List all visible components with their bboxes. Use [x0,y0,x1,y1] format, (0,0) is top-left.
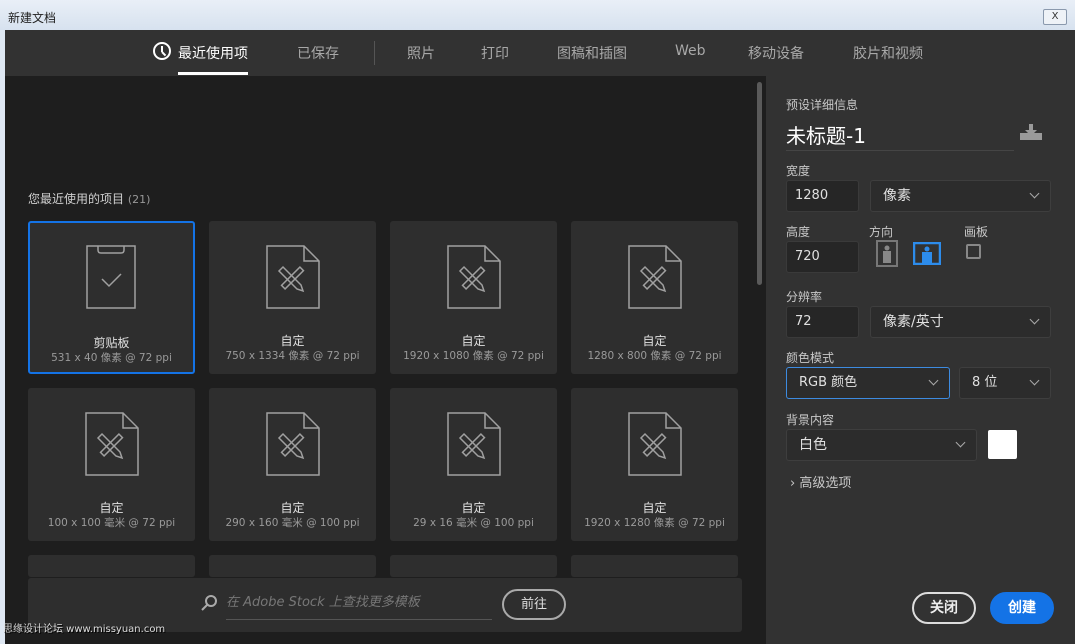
advanced-options-toggle[interactable]: › 高级选项 [790,472,851,491]
portrait-orientation-icon[interactable] [876,240,898,267]
recent-item-name: 自定 [571,332,738,349]
landscape-orientation-icon[interactable] [913,242,941,265]
watermark: 思缘设计论坛 www.missyuan.com [3,624,165,636]
clipboard-icon [86,245,136,309]
width-unit-value: 像素 [883,188,911,204]
recent-item-info: 290 x 160 毫米 @ 100 ppi [209,515,376,530]
resolution-input[interactable]: 72 [786,306,859,338]
color-mode-select[interactable]: RGB 颜色 [786,367,950,399]
close-button[interactable]: 关闭 [912,592,976,624]
tab-divider [374,41,375,65]
document-icon [447,412,501,476]
recent-item-name: 自定 [390,499,557,516]
chevron-down-icon [1030,315,1040,325]
recent-item-partial[interactable] [571,555,738,577]
recent-item-partial[interactable] [209,555,376,577]
bit-depth-value: 8 位 [972,375,997,390]
background-value: 白色 [799,437,827,453]
recent-item-name: 自定 [571,499,738,516]
recent-item-info: 1280 x 800 像素 @ 72 ppi [571,348,738,363]
new-document-dialog: 最近使用项 已保存 照片 打印 图稿和插图 Web 移动设备 胶片和视频 您最近… [5,30,1075,644]
tab-saved[interactable]: 已保存 [297,43,339,63]
recent-item-info: 100 x 100 毫米 @ 72 ppi [28,515,195,530]
document-icon [628,412,682,476]
document-icon [628,245,682,309]
window-title: 新建文档 [8,9,56,26]
resolution-unit-select[interactable]: 像素/英寸 [870,306,1051,338]
recent-item-info: 29 x 16 毫米 @ 100 ppi [390,515,557,530]
resolution-unit-value: 像素/英寸 [883,314,944,330]
tab-art-illustration[interactable]: 图稿和插图 [557,43,627,63]
orientation-label: 方向 [869,223,893,240]
search-icon [200,594,218,612]
category-tabs: 最近使用项 已保存 照片 打印 图稿和插图 Web 移动设备 胶片和视频 [5,30,1075,76]
recent-item[interactable]: 自定1280 x 800 像素 @ 72 ppi [571,221,738,374]
save-preset-icon[interactable] [1020,124,1042,140]
document-name-input[interactable]: 未标题-1 [786,120,1014,151]
scrollbar-thumb[interactable] [757,82,762,285]
background-select[interactable]: 白色 [786,429,977,461]
tab-film-video[interactable]: 胶片和视频 [853,43,923,63]
recent-panel: 您最近使用的项目 (21) 剪贴板531 x 40 像素 @ 72 ppi自定7… [5,76,765,644]
tab-mobile[interactable]: 移动设备 [748,43,804,63]
clock-icon [153,42,171,60]
recent-item-partial[interactable] [390,555,557,577]
document-icon [447,245,501,309]
artboard-checkbox[interactable] [966,244,981,259]
document-icon [266,245,320,309]
background-label: 背景内容 [786,411,834,428]
recent-item-name: 剪贴板 [30,334,193,351]
recent-item[interactable]: 自定750 x 1334 像素 @ 72 ppi [209,221,376,374]
chevron-down-icon [929,376,939,386]
recent-item[interactable]: 自定1920 x 1280 像素 @ 72 ppi [571,388,738,541]
recent-item-name: 自定 [209,499,376,516]
width-label: 宽度 [786,162,810,179]
title-bar: 新建文档 X [0,0,1075,30]
background-color-swatch[interactable] [988,430,1017,459]
create-button[interactable]: 创建 [990,592,1054,624]
recent-count: (21) [128,193,151,206]
advanced-options-label: 高级选项 [799,476,851,491]
color-mode-label: 颜色模式 [786,349,834,366]
recent-item-info: 1920 x 1080 像素 @ 72 ppi [390,348,557,363]
width-input[interactable]: 1280 [786,180,859,212]
recent-item-info: 750 x 1334 像素 @ 72 ppi [209,348,376,363]
recent-item-info: 1920 x 1280 像素 @ 72 ppi [571,515,738,530]
width-unit-select[interactable]: 像素 [870,180,1051,212]
artboard-label: 画板 [964,223,988,240]
recent-item[interactable]: 自定100 x 100 毫米 @ 72 ppi [28,388,195,541]
recent-title-text: 您最近使用的项目 [28,192,124,206]
chevron-down-icon [1030,376,1040,386]
stock-search-input[interactable]: 在 Adobe Stock 上查找更多模板 [226,586,492,620]
height-input[interactable]: 720 [786,241,859,273]
recent-item[interactable]: 自定1920 x 1080 像素 @ 72 ppi [390,221,557,374]
bit-depth-select[interactable]: 8 位 [959,367,1051,399]
go-button[interactable]: 前往 [502,589,566,620]
chevron-down-icon [1030,189,1040,199]
recent-item-name: 自定 [209,332,376,349]
preset-details-panel: 预设详细信息 未标题-1 宽度 1280 像素 高度 方向 画板 720 分辨率… [766,76,1075,644]
tab-print[interactable]: 打印 [481,43,509,63]
recent-item[interactable]: 自定290 x 160 毫米 @ 100 ppi [209,388,376,541]
recent-item[interactable]: 自定29 x 16 毫米 @ 100 ppi [390,388,557,541]
tab-web[interactable]: Web [675,43,706,59]
color-mode-value: RGB 颜色 [799,375,857,390]
document-icon [85,412,139,476]
recent-item-name: 自定 [390,332,557,349]
chevron-right-icon: › [790,476,795,491]
recent-item[interactable]: 剪贴板531 x 40 像素 @ 72 ppi [28,221,195,374]
recent-item-info: 531 x 40 像素 @ 72 ppi [30,350,193,365]
preset-section-label: 预设详细信息 [786,96,858,113]
recent-title: 您最近使用的项目 (21) [28,190,150,207]
document-icon [266,412,320,476]
chevron-down-icon [956,438,966,448]
tab-photo[interactable]: 照片 [407,43,435,63]
recent-item-partial[interactable] [28,555,195,577]
resolution-label: 分辨率 [786,288,822,305]
window-close-button[interactable]: X [1043,9,1067,25]
tab-recent[interactable]: 最近使用项 [178,43,248,63]
height-label: 高度 [786,223,810,240]
recent-item-name: 自定 [28,499,195,516]
